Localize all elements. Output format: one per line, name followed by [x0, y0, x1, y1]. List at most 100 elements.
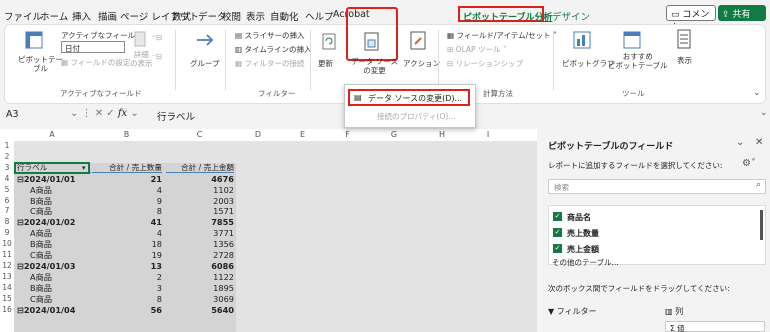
pivot-cell[interactable]: 7855: [166, 217, 234, 227]
row-number[interactable]: 7: [0, 206, 14, 215]
pivot-cell[interactable]: ⊟2024/01/02: [17, 217, 91, 227]
formula-input[interactable]: 行ラベル: [157, 109, 195, 123]
change-data-source-menu-item[interactable]: ▤ データ ソースの変更(D)...: [348, 89, 470, 106]
pivot-cell[interactable]: 21: [92, 174, 162, 184]
active-field-input[interactable]: 日付: [61, 41, 125, 53]
pivot-cell[interactable]: [92, 152, 162, 162]
pivot-cell[interactable]: 8: [92, 206, 162, 216]
row-number[interactable]: 14: [0, 283, 14, 292]
comment-button[interactable]: ▭ コメント: [666, 5, 716, 33]
column-header[interactable]: C: [163, 130, 236, 141]
pivot-cell[interactable]: 2003: [166, 196, 234, 206]
checkbox-checked-icon[interactable]: ✓: [553, 244, 562, 253]
recommended-pivot-button[interactable]: おすすめ ピボットテーブル: [608, 52, 668, 70]
pivot-cell[interactable]: 1356: [166, 239, 234, 249]
recommended-pivot-icon[interactable]: [622, 30, 642, 52]
fields-items-sets-button[interactable]: ▦ フィールド/アイテム/セット ˅: [447, 30, 557, 41]
ribbon-collapse-icon[interactable]: ⌄: [753, 88, 761, 98]
row-number[interactable]: 12: [0, 261, 14, 270]
show-button[interactable]: 表示: [677, 55, 692, 66]
column-header[interactable]: A: [14, 130, 90, 141]
change-data-source-button[interactable]: データ ソース の変更: [351, 57, 398, 75]
column-header[interactable]: F: [325, 130, 370, 141]
pivot-cell[interactable]: [166, 152, 234, 162]
change-data-source-icon[interactable]: [362, 31, 382, 53]
pivot-cell[interactable]: 1895: [166, 283, 234, 293]
field-list-scrollbar[interactable]: [760, 210, 763, 240]
pivot-cell[interactable]: 1102: [166, 185, 234, 195]
pivot-cell[interactable]: 2728: [166, 250, 234, 260]
pivot-cell[interactable]: 1571: [166, 206, 234, 216]
pivot-cell[interactable]: [92, 141, 162, 151]
tab-draw[interactable]: 描画: [98, 9, 117, 23]
pivot-header-cell[interactable]: 合計 / 売上金額: [166, 163, 234, 173]
pane-options-icon[interactable]: ⌄: [736, 137, 744, 148]
column-header[interactable]: E: [280, 130, 325, 141]
pivottable-icon[interactable]: [24, 30, 44, 50]
insert-slicer-button[interactable]: ▤ スライサーの挿入: [235, 30, 304, 41]
row-number[interactable]: 3: [0, 163, 14, 172]
close-pane-icon[interactable]: ✕: [755, 137, 763, 148]
pivot-cell[interactable]: 4: [92, 185, 162, 195]
pivot-cell[interactable]: 3771: [166, 228, 234, 238]
row-number[interactable]: 9: [0, 228, 14, 237]
pivotchart-button[interactable]: ピボットグラフ: [562, 58, 615, 69]
pivot-cell[interactable]: 2: [92, 272, 162, 282]
row-number[interactable]: 16: [0, 305, 14, 314]
pivot-cell[interactable]: ⊟2024/01/03: [17, 261, 91, 271]
pivot-cell[interactable]: 9: [92, 196, 162, 206]
row-number[interactable]: 2: [0, 152, 14, 161]
tab-home[interactable]: ホーム: [40, 9, 68, 23]
pivot-cell[interactable]: ⊟2024/01/01: [17, 174, 91, 184]
tab-automate[interactable]: 自動化: [270, 9, 299, 23]
tab-view[interactable]: 表示: [246, 9, 265, 23]
group-arrow-icon[interactable]: [195, 30, 215, 50]
pivot-cell[interactable]: 1122: [166, 272, 234, 282]
values-area-item[interactable]: Σ 値: [665, 321, 765, 332]
row-number[interactable]: 6: [0, 196, 14, 205]
pivot-cell[interactable]: 56: [92, 305, 162, 315]
tab-formulas[interactable]: 数式: [172, 9, 191, 23]
pivot-cell[interactable]: 3: [92, 283, 162, 293]
row-number[interactable]: 5: [0, 185, 14, 194]
tab-review[interactable]: 校閲: [222, 9, 241, 23]
tab-help[interactable]: ヘルプ: [305, 9, 334, 23]
show-icon[interactable]: [676, 28, 692, 50]
pivot-cell[interactable]: 6086: [166, 261, 234, 271]
row-number[interactable]: 8: [0, 217, 14, 226]
row-number[interactable]: 11: [0, 250, 14, 259]
insert-timeline-button[interactable]: ▥ タイムラインの挿入: [235, 44, 311, 55]
row-number[interactable]: 10: [0, 239, 14, 248]
column-header[interactable]: D: [236, 130, 280, 141]
pivot-cell[interactable]: 4676: [166, 174, 234, 184]
checkbox-checked-icon[interactable]: ✓: [553, 212, 562, 221]
pivot-cell[interactable]: 8: [92, 294, 162, 304]
tab-insert[interactable]: 挿入: [72, 9, 91, 23]
row-number[interactable]: 1: [0, 141, 14, 150]
column-header[interactable]: G: [370, 130, 418, 141]
column-header[interactable]: H: [418, 130, 466, 141]
pivot-cell[interactable]: 5640: [166, 305, 234, 315]
other-tables-link[interactable]: その他のテーブル...: [552, 257, 619, 268]
pivot-cell[interactable]: 41: [92, 217, 162, 227]
pivot-cell[interactable]: 3069: [166, 294, 234, 304]
tab-file[interactable]: ファイル: [4, 9, 42, 23]
tab-pivottable-analyze[interactable]: ピボットテーブル分析: [458, 6, 552, 23]
share-button[interactable]: ⇪ 共有: [718, 5, 766, 21]
pivot-cell[interactable]: [166, 141, 234, 151]
pivot-header-cell[interactable]: 合計 / 売上数量: [92, 163, 162, 173]
action-icon[interactable]: [408, 30, 428, 52]
group-button[interactable]: グループ: [190, 58, 220, 69]
pivotchart-icon[interactable]: [572, 30, 592, 52]
pivot-cell[interactable]: 13: [92, 261, 162, 271]
name-box[interactable]: A3: [6, 109, 19, 120]
checkbox-checked-icon[interactable]: ✓: [553, 228, 562, 237]
field-search-input[interactable]: 検索: [548, 179, 766, 194]
column-header[interactable]: I: [466, 130, 510, 141]
pivot-cell[interactable]: 19: [92, 250, 162, 260]
pivot-cell[interactable]: ⊟2024/01/04: [17, 305, 91, 315]
gear-icon[interactable]: ⚙˅: [742, 158, 756, 169]
pivot-cell[interactable]: 4: [92, 228, 162, 238]
formula-expand-icon[interactable]: ⌄: [760, 108, 768, 118]
action-button[interactable]: アクション: [403, 58, 440, 69]
